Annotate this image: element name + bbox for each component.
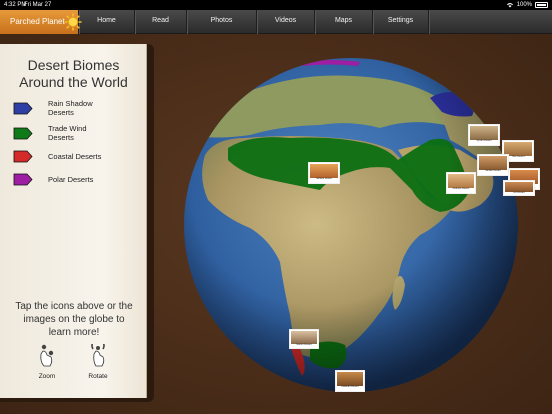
instruction-line1: Tap the icons above or the <box>15 301 133 312</box>
legend-label-polar: Polar Deserts <box>48 175 94 184</box>
polar-swatch-icon <box>13 173 33 186</box>
legend-label-trade-wind-line2: Deserts <box>48 133 74 142</box>
photo-marker-syrian[interactable]: Syrian Desert <box>468 124 500 146</box>
rotate-gesture-hint: Rotate <box>78 338 118 380</box>
instruction-line2: images on the globe to <box>23 314 125 325</box>
legend-label-trade-wind: Trade Wind Deserts <box>48 124 128 142</box>
legend-label-rain-shadow-line1: Rain Shadow <box>48 99 93 108</box>
photo-marker-iranian[interactable]: Iranian Desert <box>477 154 509 176</box>
photo-marker-arabian[interactable]: Arabian Desert <box>446 172 476 194</box>
coastal-swatch-icon <box>13 150 33 163</box>
app-root: 4:32 PM Fri Mar 27 100% Parched Planet H… <box>0 0 552 414</box>
zoom-label: Zoom <box>38 373 56 380</box>
sahara-photo <box>310 164 338 179</box>
rotate-gesture-icon <box>91 338 105 367</box>
photo-marker-namib[interactable]: Namib Desert <box>289 329 319 349</box>
photo-marker-kalahari[interactable]: Kalahari Desert <box>335 370 365 392</box>
legend-item-rain-shadow[interactable]: Rain Shadow Deserts <box>13 99 128 117</box>
globe-shading <box>184 58 518 392</box>
legend-label-rain-shadow-line2: Deserts <box>48 108 74 117</box>
syrian-caption: Syrian Desert <box>476 139 492 143</box>
namib-caption: Namib Desert <box>296 342 312 346</box>
lut-caption: Lut Desert <box>513 191 525 195</box>
zoom-gesture-hint: Zoom <box>27 344 67 380</box>
instruction-line3: learn more! <box>48 327 100 338</box>
legend-label-trade-wind-line1: Trade Wind <box>48 124 87 133</box>
kalahari-caption: Kalahari Desert <box>341 385 359 389</box>
arabian-photo <box>448 174 474 189</box>
arabian-caption: Arabian Desert <box>452 187 470 191</box>
rotate-label: Rotate <box>88 373 108 380</box>
iranian-caption: Iranian Desert <box>485 169 501 173</box>
trade-wind-swatch-icon <box>13 127 33 139</box>
instruction-text: Tap the icons above or the images on the… <box>4 300 144 339</box>
photo-marker-lut[interactable]: Lut Desert <box>503 180 535 196</box>
sahara-caption: Sahara Desert <box>315 177 333 181</box>
syrian-photo <box>470 126 498 141</box>
legend-item-polar[interactable]: Polar Deserts <box>13 173 128 186</box>
photo-marker-sahara[interactable]: Sahara Desert <box>308 162 340 184</box>
legend-item-trade-wind[interactable]: Trade Wind Deserts <box>13 124 128 142</box>
legend-item-coastal[interactable]: Coastal Deserts <box>13 150 128 163</box>
sidebar-panel: Desert Biomes Around the World Rain Shad… <box>0 44 147 398</box>
legend-label-coastal: Coastal Deserts <box>48 152 102 161</box>
pinch-zoom-icon <box>40 344 54 367</box>
sidebar-title-line2: Around the World <box>19 74 128 90</box>
rain-shadow-swatch-icon <box>13 102 33 114</box>
sidebar-title: Desert Biomes Around the World <box>0 57 147 91</box>
iranian-photo <box>479 156 507 171</box>
kalahari-photo <box>337 372 363 387</box>
sidebar-title-line1: Desert Biomes <box>27 57 120 73</box>
legend-label-rain-shadow: Rain Shadow Deserts <box>48 99 128 117</box>
